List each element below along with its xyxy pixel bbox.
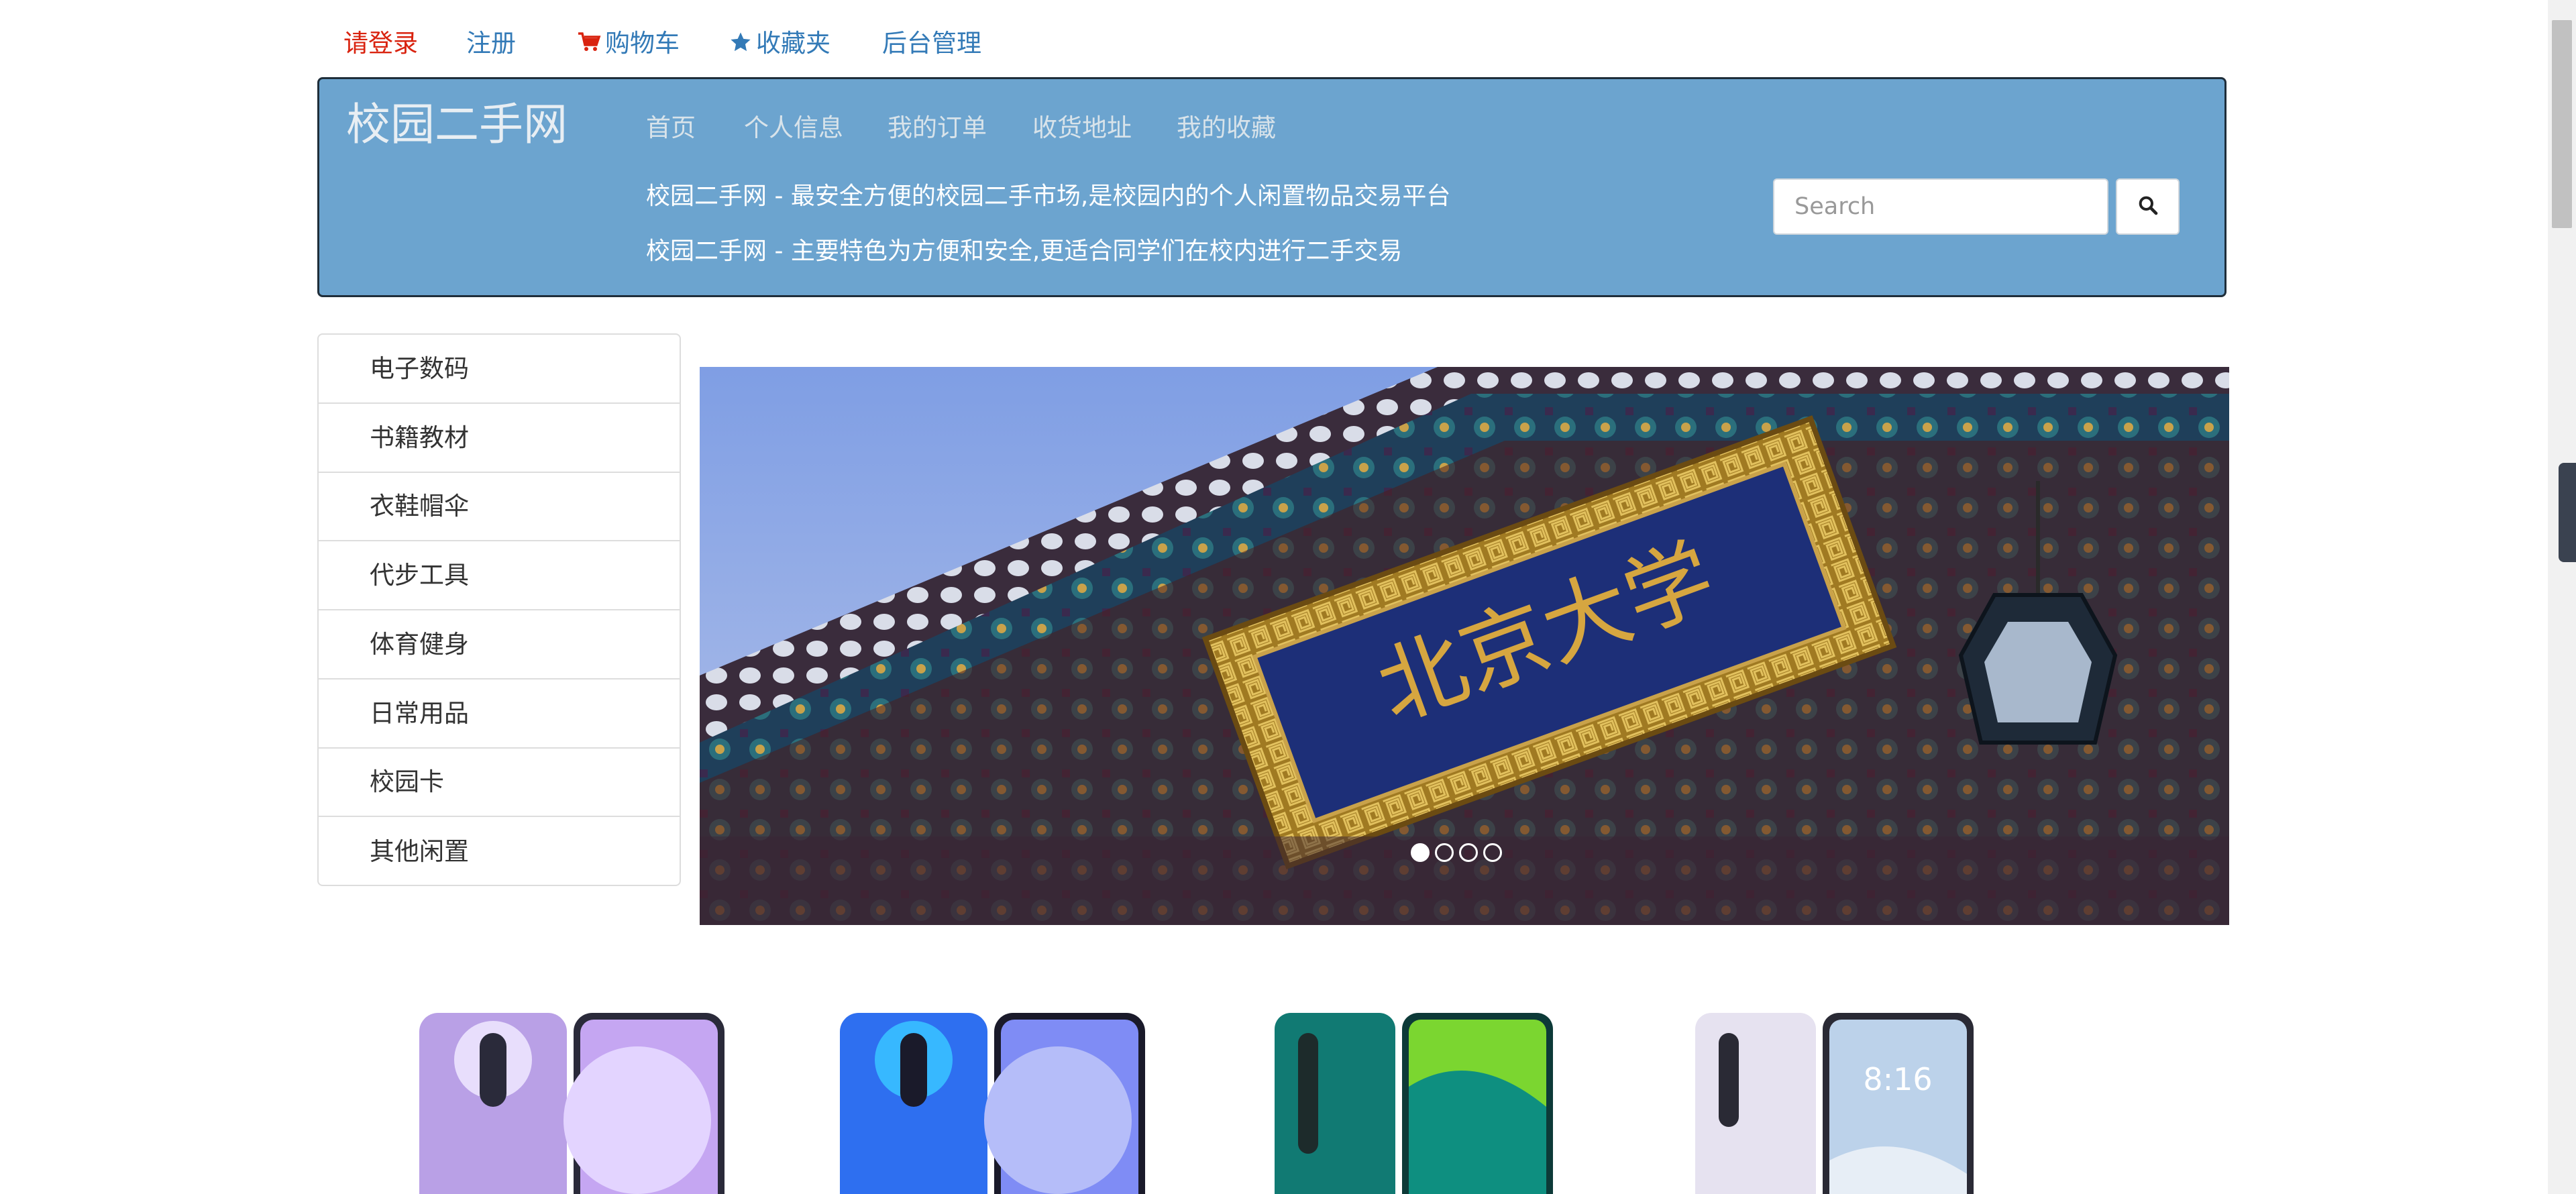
carousel-dot-3[interactable]	[1459, 843, 1478, 862]
admin-link[interactable]: 后台管理	[882, 27, 981, 60]
carousel-indicators	[1411, 843, 1502, 862]
nav-profile[interactable]: 个人信息	[744, 111, 843, 145]
carousel-dot-2[interactable]	[1435, 843, 1454, 862]
tagline-1: 校园二手网 - 最安全方便的校园二手市场,是校园内的个人闲置物品交易平台	[646, 182, 1451, 210]
nav-favorites[interactable]: 我的收藏	[1177, 111, 1276, 145]
nav-home[interactable]: 首页	[646, 111, 696, 145]
shopping-cart-icon	[577, 28, 601, 62]
favorites-link[interactable]: 收藏夹	[729, 27, 830, 62]
search-button[interactable]	[2116, 178, 2180, 235]
carousel-dot-4[interactable]	[1483, 843, 1502, 862]
star-icon	[729, 28, 752, 62]
search-icon	[2137, 195, 2159, 219]
product-card-1[interactable]	[416, 1006, 731, 1194]
search-input[interactable]	[1773, 178, 2108, 235]
category-clothing[interactable]: 衣鞋帽伞	[319, 473, 680, 542]
scrollbar-thumb[interactable]	[2552, 20, 2572, 228]
category-sports[interactable]: 体育健身	[319, 610, 680, 680]
cart-link[interactable]: 购物车	[577, 27, 680, 62]
cart-label: 购物车	[605, 29, 680, 58]
nav-address[interactable]: 收货地址	[1032, 111, 1132, 145]
site-header: 校园二手网 首页 个人信息 我的订单 收货地址 我的收藏 校园二手网 - 最安全…	[317, 77, 2226, 297]
category-books[interactable]: 书籍教材	[319, 404, 680, 473]
category-daily[interactable]: 日常用品	[319, 680, 680, 749]
campus-gate-image: 北京大学	[700, 367, 2229, 925]
category-sidebar: 电子数码 书籍教材 衣鞋帽伞 代步工具 体育健身 日常用品 校园卡 其他闲置	[317, 333, 681, 886]
category-other[interactable]: 其他闲置	[319, 817, 680, 885]
site-brand[interactable]: 校园二手网	[346, 93, 568, 157]
product-image-4: 8:16	[1695, 1013, 1974, 1194]
product-card-2[interactable]	[837, 1006, 1152, 1194]
product-image-3	[1275, 1013, 1553, 1194]
side-panel-handle[interactable]	[2559, 463, 2576, 562]
tagline-2: 校园二手网 - 主要特色为方便和安全,更适合同学们在校内进行二手交易	[646, 237, 1403, 265]
product-card-4[interactable]: 8:16	[1692, 1006, 1980, 1194]
product-image-2	[840, 1013, 1145, 1194]
product-card-3[interactable]	[1271, 1006, 1560, 1194]
register-link[interactable]: 注册	[466, 27, 516, 60]
category-campus-card[interactable]: 校园卡	[319, 749, 680, 818]
nav-orders[interactable]: 我的订单	[888, 111, 987, 145]
banner-carousel[interactable]: 北京大学	[700, 367, 2229, 925]
category-transport[interactable]: 代步工具	[319, 541, 680, 610]
login-link[interactable]: 请登录	[343, 27, 418, 60]
carousel-dot-1[interactable]	[1411, 843, 1430, 862]
page-scrollbar[interactable]	[2548, 0, 2576, 1194]
product-image-1	[419, 1013, 724, 1194]
favorites-label: 收藏夹	[756, 29, 830, 58]
category-electronics[interactable]: 电子数码	[319, 335, 680, 404]
phone-clock: 8:16	[1863, 1061, 1932, 1097]
